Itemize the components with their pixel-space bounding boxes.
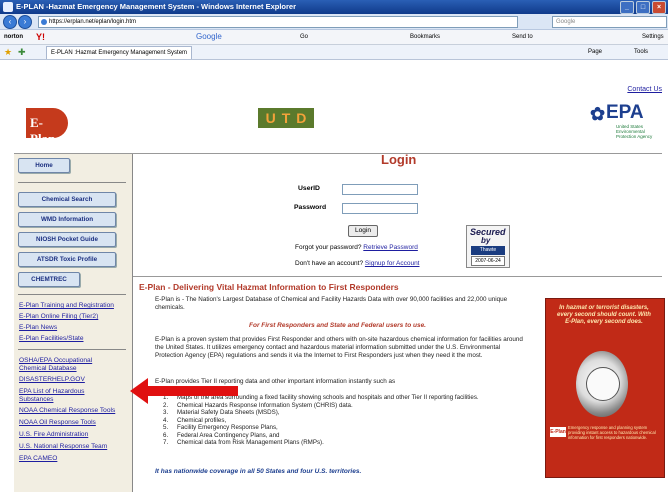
no-account-text: Don't have an account? — [295, 260, 364, 267]
main-content: Login UserID Password Login Forgot your … — [133, 152, 665, 492]
signup-link[interactable]: Signup for Account — [365, 260, 420, 267]
seal-date: 2007-06-24 — [471, 256, 505, 266]
atsdr-toxic-profile-button[interactable]: ATSDR Toxic Profile — [18, 252, 116, 267]
epa-subtitle: United States Environmental Protection A… — [616, 124, 653, 139]
address-field[interactable]: https://erplan.net/eplan/login.htm — [38, 16, 518, 28]
thawte-seal[interactable]: Secured by Thawte 2007-06-24 — [466, 225, 510, 268]
go-button[interactable]: Go — [300, 30, 308, 44]
sidebar: Home Chemical Search WMD Information NIO… — [14, 154, 133, 492]
web-page: Contact Us E-Plan U T D ✿ EPA United Sta… — [0, 60, 668, 492]
bookmarks-button[interactable]: Bookmarks — [410, 30, 440, 44]
intro-paragraph: E-Plan is - The Nation's Largest Databas… — [155, 296, 508, 311]
stopwatch-face — [586, 367, 620, 401]
ie-icon — [3, 2, 13, 12]
utd-letter-d: D — [296, 110, 307, 126]
add-favorite-icon[interactable]: ✚ — [18, 45, 26, 59]
password-input[interactable] — [342, 203, 418, 214]
settings-button[interactable]: Settings — [642, 30, 664, 44]
niosh-pocket-guide-button[interactable]: NIOSH Pocket Guide — [18, 232, 116, 247]
poster-eplan-logo: E-Plan — [550, 427, 566, 437]
list-item: 3. Material Safety Data Sheets (MSDS), — [163, 409, 280, 416]
list-item: 6. Federal Area Contingency Plans, and — [163, 431, 280, 439]
login-button[interactable]: Login — [348, 225, 378, 237]
poster-body-text: Emergency response and planning system p… — [568, 425, 656, 440]
home-button[interactable]: Home — [18, 158, 70, 173]
chemical-search-button[interactable]: Chemical Search — [18, 192, 116, 207]
sidebar-link-cameo[interactable]: EPA CAMEO — [19, 455, 131, 463]
utd-logo: U T D — [258, 108, 314, 128]
sidebar-divider — [18, 294, 126, 295]
epa-logo[interactable]: ✿ EPA United States Environmental Protec… — [590, 102, 664, 142]
userid-label: UserID — [298, 185, 320, 192]
norton-logo: norton — [4, 34, 23, 40]
utd-letter-t: T — [281, 110, 291, 126]
back-button[interactable]: ‹ — [3, 15, 17, 29]
window-controls: _ □ × — [620, 1, 666, 14]
chemtrec-button[interactable]: CHEMTREC — [18, 272, 80, 287]
password-label: Password — [294, 204, 327, 211]
coverage-tagline: It has nationwide coverage in all 50 Sta… — [155, 468, 362, 475]
favorites-star-icon[interactable]: ★ — [4, 45, 12, 59]
minimize-button[interactable]: _ — [620, 1, 634, 14]
sidebar-link-news[interactable]: E-Plan News — [19, 324, 131, 332]
userid-input[interactable] — [342, 184, 418, 195]
sidebar-link-noaa-oil[interactable]: NOAA Oil Response Tools — [19, 419, 131, 427]
epa-flower-icon: ✿ — [590, 104, 606, 124]
page-menu[interactable]: Page — [588, 45, 602, 59]
eplan-logo[interactable]: E-Plan — [26, 108, 68, 146]
forgot-password-row: Forgot your password? Retrieve Password — [295, 244, 418, 251]
sendto-button[interactable]: Send to — [512, 30, 533, 44]
sidebar-divider — [18, 349, 126, 350]
by-text: by — [481, 236, 491, 245]
login-panel: Login UserID Password Login Forgot your … — [133, 152, 662, 277]
sidebar-link-epa-hazardous[interactable]: EPA List of Hazardous Substances — [19, 388, 109, 404]
address-url: https://erplan.net/eplan/login.htm — [49, 19, 137, 25]
thawte-brand: Thawte — [471, 246, 505, 255]
sidebar-link-disasterhelp[interactable]: DISASTERHELP.GOV — [19, 376, 131, 384]
tools-menu[interactable]: Tools — [634, 45, 648, 59]
tab-eplan[interactable]: E-PLAN :Hazmat Emergency Management Syst… — [46, 46, 192, 59]
description-paragraph: E-Plan is a proven system that provides … — [155, 336, 523, 359]
eplan-logo-text: E-Plan — [30, 115, 56, 146]
red-arrow-annotation — [130, 378, 238, 404]
forward-button[interactable]: › — [18, 15, 32, 29]
login-title: Login — [381, 152, 417, 167]
browser-search-input[interactable]: Google — [552, 16, 667, 28]
page-icon — [41, 19, 47, 25]
sidebar-link-osha-epa[interactable]: OSHA/EPA Occupational Chemical Database — [19, 357, 119, 373]
yahoo-icon[interactable]: Y! — [36, 30, 45, 44]
address-bar-row: ‹ › https://erplan.net/eplan/login.htm G… — [0, 14, 668, 30]
wmd-information-button[interactable]: WMD Information — [18, 212, 116, 227]
eplan-poster: In hazmat or terrorist disasters, every … — [545, 298, 665, 478]
maximize-button[interactable]: □ — [636, 1, 650, 14]
browser-toolbar: norton Y! Google Go Bookmarks Send to Se… — [0, 30, 668, 45]
sidebar-link-facilities-state[interactable]: E-Plan Facilities/State — [19, 335, 131, 343]
forgot-password-text: Forgot your password? — [295, 244, 362, 251]
stopwatch-image — [576, 351, 628, 417]
contact-us-link[interactable]: Contact Us — [627, 86, 662, 93]
list-item: 7. Chemical data from Risk Management Pla… — [163, 439, 324, 446]
first-responders-tagline: For First Responders and State and Feder… — [249, 322, 426, 329]
signup-row: Don't have an account? Signup for Accoun… — [295, 260, 420, 267]
epa-logo-text: EPA — [606, 102, 644, 123]
section-heading: E-Plan - Delivering Vital Hazmat Informa… — [139, 282, 399, 292]
sidebar-link-noaa-chemical[interactable]: NOAA Chemical Response Tools — [19, 407, 131, 415]
sidebar-link-online-filing[interactable]: E-Plan Online Filing (Tier2) — [19, 313, 131, 321]
sidebar-link-fire-admin[interactable]: U.S. Fire Administration — [19, 431, 131, 439]
sidebar-link-nrt[interactable]: U.S. National Response Team — [19, 443, 131, 451]
close-button[interactable]: × — [652, 1, 666, 14]
browser-title-bar: E-PLAN -Hazmat Emergency Management Syst… — [0, 0, 668, 14]
list-item: 4. Chemical profiles, — [163, 416, 227, 424]
google-toolbar-label[interactable]: Google — [196, 30, 222, 44]
retrieve-password-link[interactable]: Retrieve Password — [363, 244, 418, 251]
sidebar-link-training[interactable]: E-Plan Training and Registration — [19, 302, 131, 310]
tab-bar: ★ ✚ E-PLAN :Hazmat Emergency Management … — [0, 45, 668, 60]
list-item: 5. Facility Emergency Response Plans, — [163, 424, 278, 431]
window-title: E-PLAN -Hazmat Emergency Management Syst… — [16, 2, 296, 11]
utd-letter-u: U — [265, 110, 276, 126]
poster-headline: In hazmat or terrorist disasters, every … — [557, 305, 651, 325]
sidebar-divider — [18, 182, 126, 183]
